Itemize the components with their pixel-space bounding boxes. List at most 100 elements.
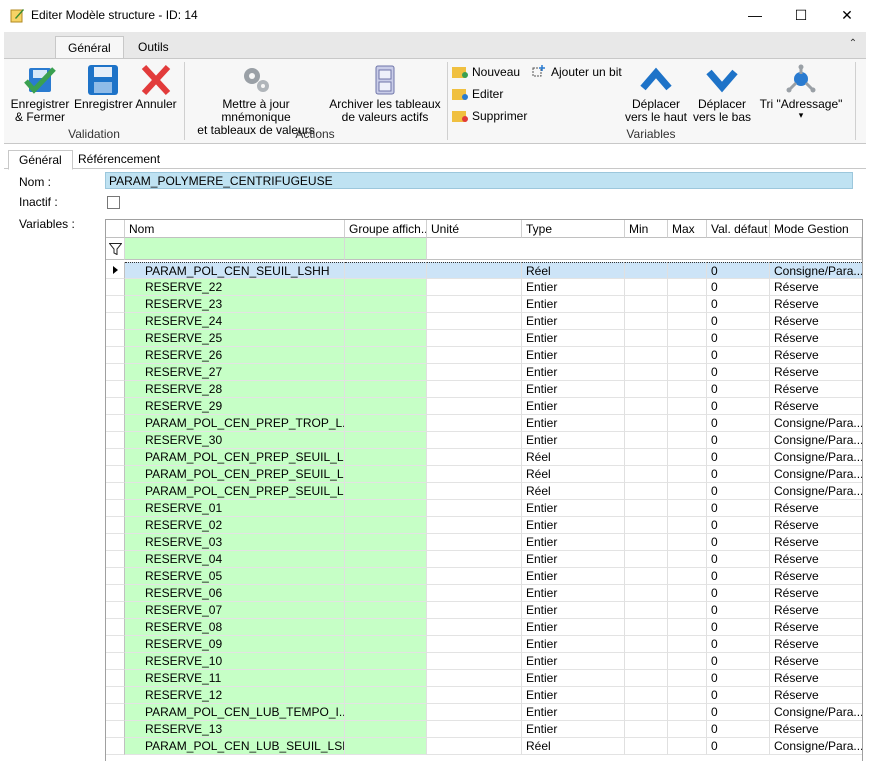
row-indicator[interactable] — [106, 585, 125, 602]
cell-type[interactable]: Entier — [522, 296, 625, 313]
cell-nom[interactable]: RESERVE_24 — [125, 313, 345, 330]
table-row[interactable]: RESERVE_22 Entier 0 Réserve — [106, 279, 862, 296]
cell-mode-gestion[interactable]: Réserve — [770, 313, 862, 330]
cell-type[interactable]: Entier — [522, 704, 625, 721]
cell-val-defaut[interactable]: 0 — [707, 500, 770, 517]
cell-unite[interactable] — [427, 517, 522, 534]
cell-val-defaut[interactable]: 0 — [707, 551, 770, 568]
collapse-ribbon-button[interactable]: ⌃ — [846, 38, 860, 52]
cell-val-defaut[interactable]: 0 — [707, 738, 770, 755]
cell-max[interactable] — [668, 704, 707, 721]
cell-nom[interactable]: RESERVE_23 — [125, 296, 345, 313]
column-header-min[interactable]: Min — [625, 220, 668, 238]
cell-min[interactable] — [625, 415, 668, 432]
cell-unite[interactable] — [427, 432, 522, 449]
cell-unite[interactable] — [427, 619, 522, 636]
cell-type[interactable]: Entier — [522, 517, 625, 534]
cell-unite[interactable] — [427, 347, 522, 364]
table-row[interactable]: RESERVE_24 Entier 0 Réserve — [106, 313, 862, 330]
cell-nom[interactable]: PARAM_POL_CEN_SEUIL_LSHH — [125, 262, 345, 279]
cell-unite[interactable] — [427, 568, 522, 585]
cell-unite[interactable] — [427, 449, 522, 466]
cell-type[interactable]: Entier — [522, 347, 625, 364]
cell-val-defaut[interactable]: 0 — [707, 636, 770, 653]
cell-mode-gestion[interactable]: Réserve — [770, 687, 862, 704]
filter-icon[interactable] — [106, 238, 125, 260]
add-bit-button[interactable]: Ajouter un bit — [531, 65, 622, 79]
cell-nom[interactable]: PARAM_POL_CEN_LUB_TEMPO_I... — [125, 704, 345, 721]
cell-nom[interactable]: RESERVE_08 — [125, 619, 345, 636]
cell-min[interactable] — [625, 551, 668, 568]
cell-max[interactable] — [668, 296, 707, 313]
cell-mode-gestion[interactable]: Réserve — [770, 636, 862, 653]
maximize-button[interactable]: ☐ — [778, 0, 824, 30]
cell-nom[interactable]: RESERVE_25 — [125, 330, 345, 347]
cell-min[interactable] — [625, 670, 668, 687]
tab-general[interactable]: Général — [55, 36, 124, 59]
cell-val-defaut[interactable]: 0 — [707, 279, 770, 296]
close-button[interactable]: ✕ — [824, 0, 870, 30]
cell-groupe[interactable] — [345, 500, 427, 517]
cell-groupe[interactable] — [345, 602, 427, 619]
cell-groupe[interactable] — [345, 415, 427, 432]
table-row[interactable]: RESERVE_25 Entier 0 Réserve — [106, 330, 862, 347]
cell-mode-gestion[interactable]: Réserve — [770, 585, 862, 602]
cell-min[interactable] — [625, 687, 668, 704]
sort-addressing-button[interactable]: Tri "Adressage" ▾ — [758, 64, 844, 120]
cell-type[interactable]: Entier — [522, 653, 625, 670]
cell-type[interactable]: Entier — [522, 279, 625, 296]
cell-min[interactable] — [625, 296, 668, 313]
cell-max[interactable] — [668, 551, 707, 568]
cell-min[interactable] — [625, 483, 668, 500]
cell-nom[interactable]: PARAM_POL_CEN_LUB_SEUIL_LSH — [125, 738, 345, 755]
cell-val-defaut[interactable]: 0 — [707, 330, 770, 347]
cell-min[interactable] — [625, 398, 668, 415]
cell-type[interactable]: Entier — [522, 330, 625, 347]
table-row[interactable]: RESERVE_02 Entier 0 Réserve — [106, 517, 862, 534]
row-indicator[interactable] — [106, 534, 125, 551]
cell-nom[interactable]: PARAM_POL_CEN_PREP_SEUIL_L... — [125, 449, 345, 466]
cell-mode-gestion[interactable]: Réserve — [770, 347, 862, 364]
save-close-button[interactable]: Enregistrer & Fermer — [10, 64, 70, 124]
cell-type[interactable]: Réel — [522, 483, 625, 500]
cell-max[interactable] — [668, 517, 707, 534]
cell-mode-gestion[interactable]: Réserve — [770, 500, 862, 517]
column-header-val-defaut[interactable]: Val. défaut — [707, 220, 770, 238]
cell-groupe[interactable] — [345, 381, 427, 398]
cell-nom[interactable]: RESERVE_28 — [125, 381, 345, 398]
cell-unite[interactable] — [427, 585, 522, 602]
cell-nom[interactable]: RESERVE_02 — [125, 517, 345, 534]
archive-tables-button[interactable]: Archiver les tableaux de valeurs actifs — [328, 64, 442, 124]
cell-max[interactable] — [668, 568, 707, 585]
cell-unite[interactable] — [427, 466, 522, 483]
cell-unite[interactable] — [427, 330, 522, 347]
table-row[interactable]: RESERVE_10 Entier 0 Réserve — [106, 653, 862, 670]
cell-val-defaut[interactable]: 0 — [707, 704, 770, 721]
cell-mode-gestion[interactable]: Réserve — [770, 364, 862, 381]
cell-max[interactable] — [668, 653, 707, 670]
cell-min[interactable] — [625, 262, 668, 279]
cell-mode-gestion[interactable]: Consigne/Para... — [770, 262, 862, 279]
row-indicator[interactable] — [106, 381, 125, 398]
cell-groupe[interactable] — [345, 738, 427, 755]
cell-min[interactable] — [625, 313, 668, 330]
cell-unite[interactable] — [427, 398, 522, 415]
cell-val-defaut[interactable]: 0 — [707, 364, 770, 381]
cell-type[interactable]: Entier — [522, 415, 625, 432]
table-row[interactable]: PARAM_POL_CEN_PREP_SEUIL_L... Réel 0 Consig… — [106, 466, 862, 483]
column-header-nom[interactable]: Nom — [125, 220, 345, 238]
cell-unite[interactable] — [427, 262, 522, 279]
cell-val-defaut[interactable]: 0 — [707, 517, 770, 534]
cell-mode-gestion[interactable]: Réserve — [770, 568, 862, 585]
cell-groupe[interactable] — [345, 449, 427, 466]
table-row[interactable]: RESERVE_26 Entier 0 Réserve — [106, 347, 862, 364]
cell-groupe[interactable] — [345, 636, 427, 653]
table-row[interactable]: RESERVE_29 Entier 0 Réserve — [106, 398, 862, 415]
table-row[interactable]: RESERVE_28 Entier 0 Réserve — [106, 381, 862, 398]
cell-unite[interactable] — [427, 313, 522, 330]
cell-groupe[interactable] — [345, 517, 427, 534]
cell-val-defaut[interactable]: 0 — [707, 398, 770, 415]
cell-nom[interactable]: RESERVE_29 — [125, 398, 345, 415]
table-row[interactable]: PARAM_POL_CEN_LUB_TEMPO_I... Entier 0 Consi… — [106, 704, 862, 721]
row-indicator[interactable] — [106, 279, 125, 296]
